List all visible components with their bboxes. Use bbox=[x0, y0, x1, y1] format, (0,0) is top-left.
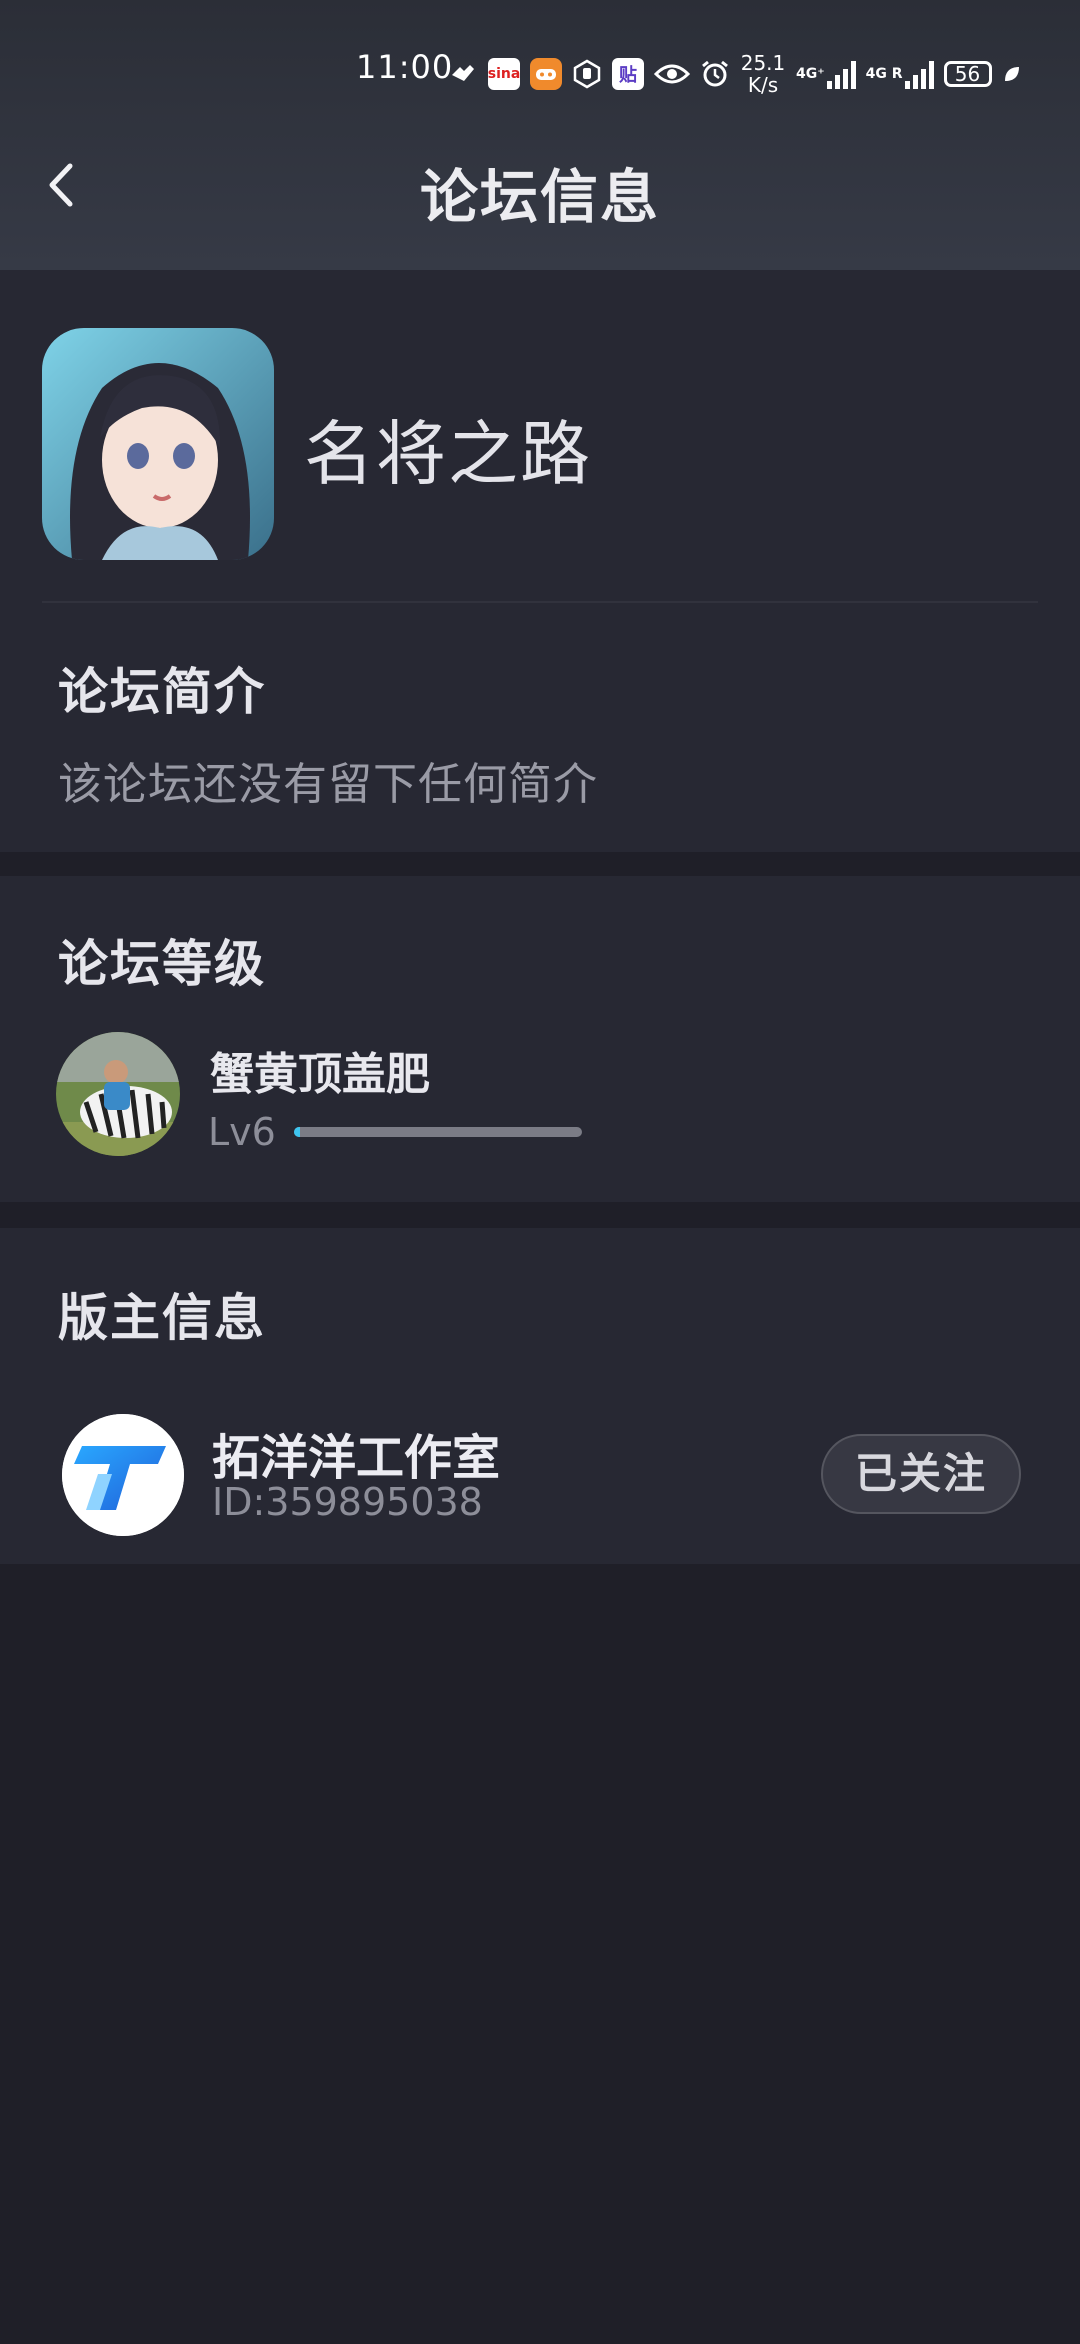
wave-icon bbox=[448, 59, 478, 89]
forum-avatar bbox=[42, 328, 274, 560]
page-title: 论坛信息 bbox=[419, 163, 660, 231]
status-icons: sina 贴 25.1 K/s 4G⁺ 4G R 56 bbox=[448, 52, 1022, 96]
user-name: 蟹黄顶盖肥 bbox=[210, 1049, 430, 1100]
status-bar: 11:00 sina 贴 25.1 K/s 4G⁺ 4G R 56 bbox=[0, 40, 1080, 106]
alarm-icon bbox=[700, 59, 730, 89]
net-type-label: 4G R bbox=[865, 66, 903, 82]
battery-icon: 56 bbox=[943, 61, 992, 87]
level-progress-bar bbox=[294, 1127, 582, 1137]
follow-button[interactable]: 已关注 bbox=[821, 1434, 1021, 1514]
hand-icon bbox=[572, 59, 602, 89]
level-progress-fill bbox=[294, 1127, 300, 1137]
game-icon bbox=[530, 58, 562, 90]
avatar[interactable] bbox=[56, 1032, 180, 1156]
signal-icon: 4G⁺ bbox=[796, 59, 856, 89]
studio-logo-icon bbox=[62, 1414, 184, 1536]
tie-icon: 贴 bbox=[612, 58, 644, 90]
avatar[interactable] bbox=[62, 1414, 184, 1536]
signal-icon: 4G R bbox=[866, 59, 934, 89]
leaf-icon bbox=[1002, 64, 1022, 84]
net-type-label: 4G⁺ bbox=[796, 66, 825, 82]
moderator-section-title: 版主信息 bbox=[58, 1289, 266, 1347]
net-speed: 25.1 K/s bbox=[740, 52, 786, 96]
level-section-title: 论坛等级 bbox=[58, 935, 266, 993]
intro-section-title: 论坛简介 bbox=[58, 663, 266, 721]
level-label: Lv6 bbox=[208, 1110, 276, 1154]
status-time: 11:00 bbox=[356, 48, 454, 86]
forum-name: 名将之路 bbox=[304, 413, 592, 495]
header-bar: 11:00 sina 贴 25.1 K/s 4G⁺ 4G R 56 论坛信息 bbox=[0, 0, 1080, 270]
sina-icon: sina bbox=[488, 58, 520, 90]
net-speed-value: 25.1 bbox=[740, 51, 786, 75]
divider bbox=[42, 601, 1038, 603]
moderator-id: ID:359895038 bbox=[212, 1480, 483, 1524]
moderator-name: 拓洋洋工作室 bbox=[212, 1430, 501, 1486]
intro-text: 该论坛还没有留下任何简介 bbox=[58, 759, 598, 810]
net-speed-unit: K/s bbox=[747, 73, 779, 97]
eye-icon bbox=[654, 62, 690, 86]
